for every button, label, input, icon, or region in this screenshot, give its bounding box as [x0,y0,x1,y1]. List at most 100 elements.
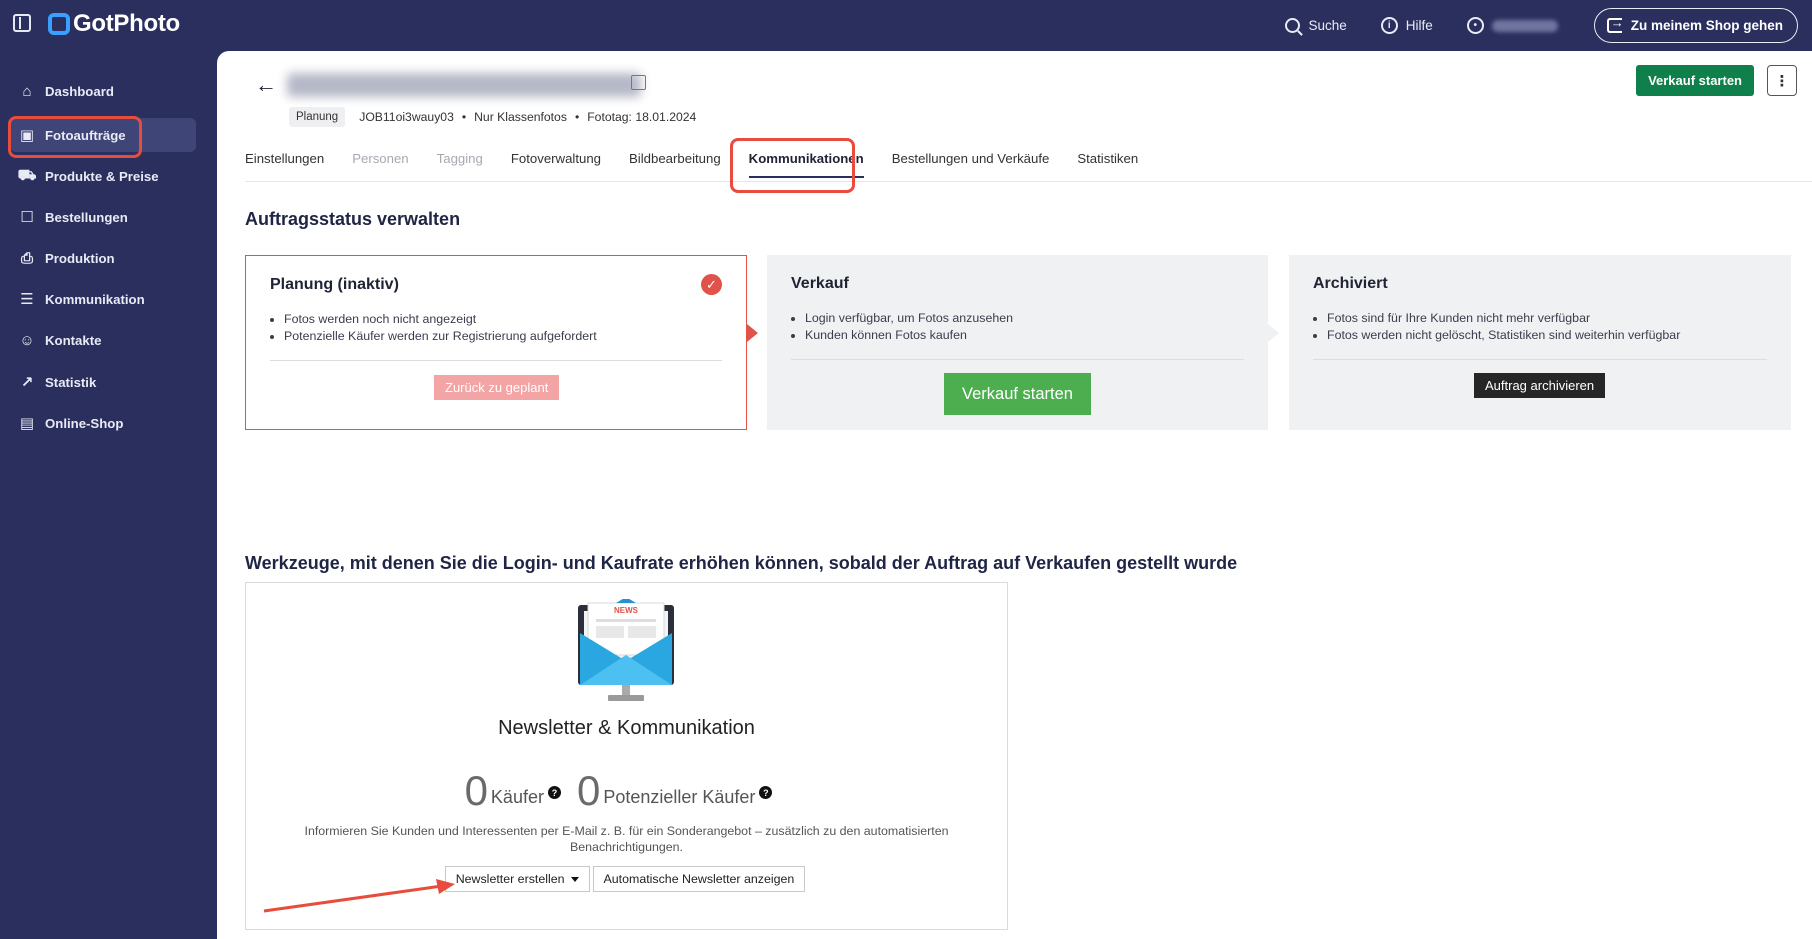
newsletter-description: Informieren Sie Kunden und Interessenten… [304,824,949,854]
tab-fotoverwaltung[interactable]: Fotoverwaltung [511,151,601,182]
show-auto-newsletter-button[interactable]: Automatische Newsletter anzeigen [592,866,806,892]
sidebar-item-online-shop[interactable]: ▤ Online-Shop [10,406,196,440]
calendar-icon[interactable] [631,75,646,90]
tab-einstellungen[interactable]: Einstellungen [245,151,324,182]
sidebar-toggle-icon[interactable] [13,14,31,32]
user-menu[interactable]: • [1466,17,1558,34]
archive-job-button[interactable]: Auftrag archivieren [1474,373,1606,398]
sidebar-item-statistik[interactable]: ↗ Statistik [10,365,196,399]
divider [1313,359,1767,360]
start-sale-button[interactable]: Verkauf starten [1636,65,1754,96]
buyer-counts: 0 Käufer ? 0 Potenzieller Käufer ? [246,767,1007,814]
brand-logo[interactable]: GotPhoto [48,10,180,38]
list-item: Kunden können Fotos kaufen [805,327,1013,344]
sidebar-item-label: Produktion [45,250,115,266]
create-newsletter-label: Newsletter erstellen [455,872,565,886]
sale-title: Verkauf [791,275,849,292]
job-meta: Planung JOB11oi3wauy03 • Nur Klassenfoto… [289,107,696,127]
tab-personen[interactable]: Personen [352,151,408,182]
help-icon[interactable]: ? [759,786,773,799]
create-newsletter-button[interactable]: Newsletter erstellen [444,866,590,892]
planning-title: Planung (inaktiv) [270,276,399,293]
logo-mark-icon [48,13,70,35]
job-id: JOB11oi3wauy03 [359,110,454,124]
search-icon [1285,18,1301,33]
back-arrow-icon[interactable]: ← [255,72,277,98]
top-bar: GotPhoto Suche i Hilfe • Zu meinem Shop … [0,0,1812,51]
divider [791,359,1244,360]
list-item: Fotos werden noch nicht angezeigt [284,311,597,328]
message-icon: ☰ [20,291,34,308]
step-arrow-icon [747,324,758,342]
tab-tagging[interactable]: Tagging [437,151,483,182]
help-icon[interactable]: ? [547,786,561,799]
sidebar-item-label: Kontakte [45,332,102,348]
list-item: Potenzielle Käufer werden zur Registrier… [284,328,597,345]
buyers-count: 0 [464,767,488,814]
sidebar-item-kontakte[interactable]: ☺ Kontakte [10,323,196,357]
archived-title: Archiviert [1313,275,1388,292]
sidebar-item-bestellungen[interactable]: ☐ Bestellungen [10,200,196,234]
help-label: Hilfe [1405,18,1433,33]
status-badge: Planung [289,107,346,127]
sidebar-item-produkte[interactable]: ⛟ Produkte & Preise [10,159,196,193]
sidebar: ⌂ Dashboard ▣ Fotoaufträge ⛟ Produkte & … [0,51,217,939]
planning-bullets: Fotos werden noch nicht angezeigt Potenz… [284,311,597,345]
tab-bestellungen-verkaeufe[interactable]: Bestellungen und Verkäufe [892,151,1050,182]
list-item: Fotos werden nicht gelöscht, Statistiken… [1327,327,1680,344]
shop-button-label: Zu meinem Shop gehen [1630,18,1783,33]
user-name-blurred [1491,19,1558,32]
sidebar-item-label: Online-Shop [45,415,124,431]
newsletter-illustration-icon: NEWS [578,599,674,701]
buyers-label: Käufer [490,787,544,807]
photo-date: Fototag: 18.01.2024 [587,110,697,124]
info-icon: i [1380,17,1398,34]
person-icon: ☺ [19,331,35,349]
archived-bullets: Fotos sind für Ihre Kunden nicht mehr ve… [1327,310,1680,344]
chart-icon: ↗ [20,374,34,391]
sidebar-item-kommunikation[interactable]: ☰ Kommunikation [10,282,196,316]
separator-dot: • [574,110,580,124]
check-icon: ✓ [701,274,722,295]
sidebar-item-label: Statistik [45,374,97,390]
home-icon: ⌂ [22,82,32,100]
news-badge: NEWS [614,606,639,615]
store-icon: ▤ [19,415,35,432]
tab-bildbearbeitung[interactable]: Bildbearbeitung [629,151,721,182]
start-sale-card-button[interactable]: Verkauf starten [944,373,1091,415]
sidebar-item-dashboard[interactable]: ⌂ Dashboard [10,74,196,108]
more-menu-button[interactable]: ⋮ [1767,65,1797,96]
search-label: Suche [1308,18,1347,33]
top-right-actions: Suche i Hilfe • Zu meinem Shop gehen [1285,8,1798,43]
sidebar-item-label: Kommunikation [45,291,145,307]
search-link[interactable]: Suche [1285,18,1347,33]
printer-icon: ⎙ [20,249,33,267]
sidebar-item-label: Produkte & Preise [45,168,159,184]
status-card-planning: Planung (inaktiv) ✓ Fotos werden noch ni… [245,255,747,430]
annotation-arrow-icon [263,879,455,913]
tab-statistiken[interactable]: Statistiken [1077,151,1138,182]
sidebar-item-label: Dashboard [45,83,114,99]
potential-buyers-count: 0 [576,767,601,814]
step-arrow-icon [1268,324,1279,342]
sidebar-item-produktion[interactable]: ⎙ Produktion [10,241,196,275]
box-icon: ☐ [20,209,34,226]
separator-dot: • [461,110,467,124]
newsletter-title: Newsletter & Kommunikation [498,717,755,739]
job-title-blurred [287,73,641,97]
help-link[interactable]: i Hilfe [1380,17,1433,34]
divider [270,360,722,361]
status-card-archived: Archiviert Fotos sind für Ihre Kunden ni… [1289,255,1791,430]
status-card-sale: Verkauf Login verfügbar, um Fotos anzuse… [767,255,1268,430]
go-to-shop-button[interactable]: Zu meinem Shop gehen [1593,8,1798,43]
job-tabs: Einstellungen Personen Tagging Fotoverwa… [245,151,1812,182]
job-scope: Nur Klassenfotos [474,110,567,124]
sidebar-item-label: Bestellungen [45,209,128,225]
main-content: ← Planung JOB11oi3wauy03 • Nur Klassenfo… [217,51,1812,939]
exit-icon [1606,15,1624,33]
annotation-highlight-tab [730,138,855,193]
potential-buyers-label: Potenzieller Käufer [603,787,756,807]
annotation-highlight-sidebar [8,116,142,158]
back-to-planned-button[interactable]: Zurück zu geplant [434,375,560,400]
user-icon: • [1466,17,1484,34]
